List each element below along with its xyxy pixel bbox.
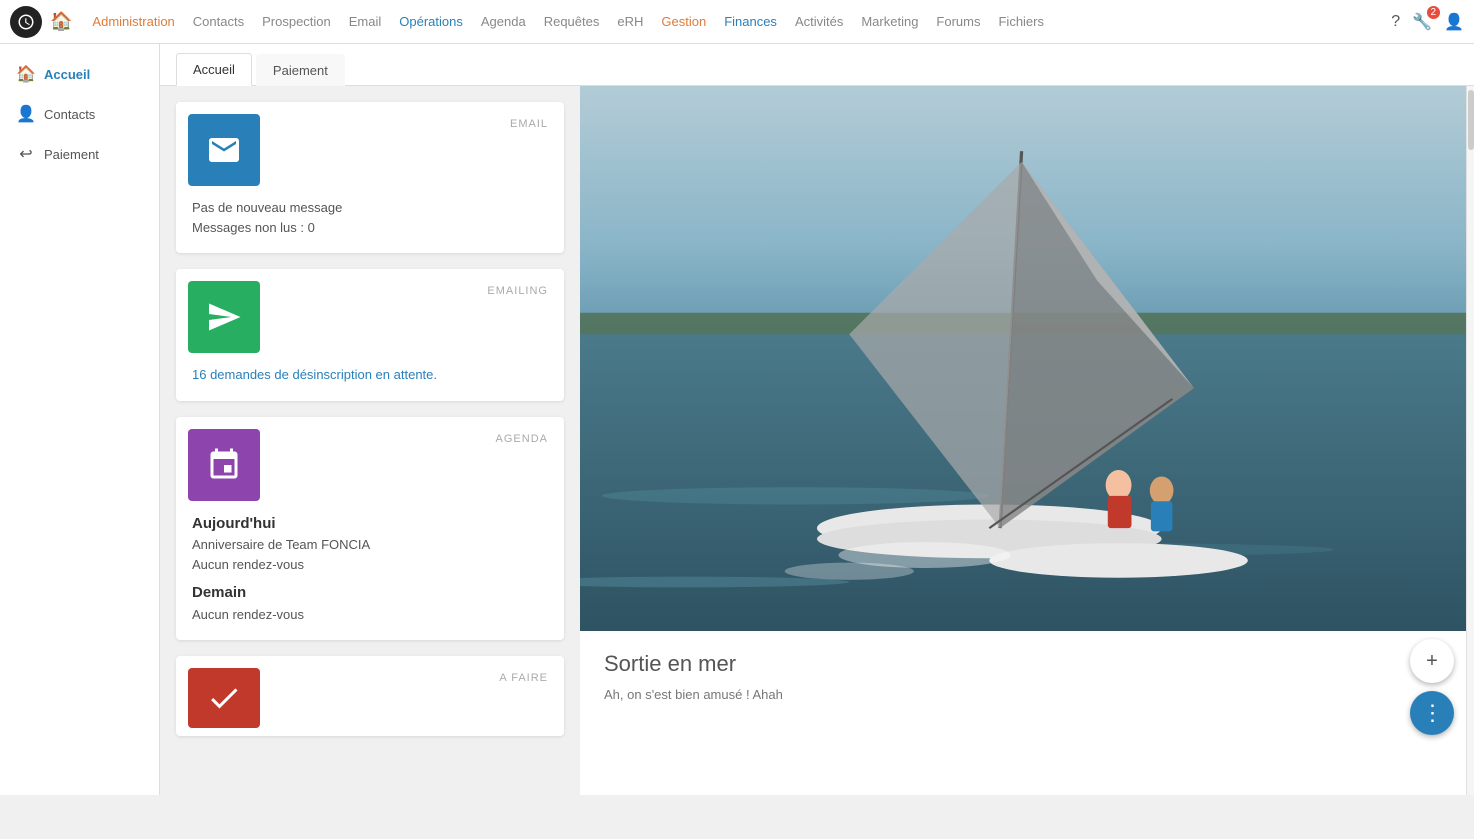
notification-badge: 2 bbox=[1427, 6, 1441, 19]
agenda-anniversary: Anniversaire de Team FONCIA bbox=[192, 535, 548, 555]
topnav-item-requetes[interactable]: Requêtes bbox=[536, 10, 608, 33]
news-panel: Sortie en mer Ah, on s'est bien amusé ! … bbox=[580, 86, 1474, 795]
agenda-no-appointment-today: Aucun rendez-vous bbox=[192, 555, 548, 575]
news-text-area: Sortie en mer Ah, on s'est bien amusé ! … bbox=[580, 631, 1474, 726]
tab-paiement[interactable]: Paiement bbox=[256, 54, 345, 86]
user-icon[interactable]: 👤 bbox=[1444, 12, 1464, 32]
news-scrollbar[interactable] bbox=[1466, 86, 1474, 795]
fab-menu-icon: ⋮ bbox=[1422, 700, 1443, 726]
home-sidebar-icon: 🏠 bbox=[16, 64, 36, 84]
topnav-item-fichiers[interactable]: Fichiers bbox=[990, 10, 1052, 33]
sidebar-item-contacts[interactable]: 👤 Contacts bbox=[0, 94, 159, 134]
widget-agenda-body: Aujourd'hui Anniversaire de Team FONCIA … bbox=[176, 501, 564, 641]
fab-add-button[interactable]: + bbox=[1410, 639, 1454, 683]
email-no-message: Pas de nouveau message bbox=[192, 198, 548, 218]
fab-menu-button[interactable]: ⋮ bbox=[1410, 691, 1454, 735]
todo-widget-icon[interactable] bbox=[188, 668, 260, 728]
topnav-item-gestion[interactable]: Gestion bbox=[653, 10, 714, 33]
widget-agenda: AGENDA Aujourd'hui Anniversaire de Team … bbox=[176, 417, 564, 641]
widget-emailing-header: EMAILING bbox=[176, 269, 564, 353]
sidebar-item-paiement[interactable]: ↩ Paiement bbox=[0, 134, 159, 174]
todo-widget-label: A FAIRE bbox=[272, 668, 548, 684]
emailing-widget-icon[interactable] bbox=[188, 281, 260, 353]
agenda-widget-label: AGENDA bbox=[272, 429, 548, 445]
layout: 🏠 Accueil 👤 Contacts ↩ Paiement Accueil … bbox=[0, 44, 1474, 795]
home-icon[interactable]: 🏠 bbox=[50, 11, 72, 32]
news-excerpt: Ah, on s'est bien amusé ! Ahah bbox=[604, 685, 1450, 706]
agenda-today-label: Aujourd'hui bbox=[192, 513, 548, 536]
widgets-panel: EMAIL Pas de nouveau message Messages no… bbox=[160, 86, 580, 795]
topnav-item-agenda[interactable]: Agenda bbox=[473, 10, 534, 33]
agenda-no-appointment-tomorrow: Aucun rendez-vous bbox=[192, 605, 548, 625]
tab-accueil[interactable]: Accueil bbox=[176, 53, 252, 86]
help-icon[interactable]: ? bbox=[1391, 13, 1400, 31]
paiement-sidebar-icon: ↩ bbox=[16, 144, 36, 164]
sidebar-item-accueil[interactable]: 🏠 Accueil bbox=[0, 54, 159, 94]
topnav: 🏠 Administration Contacts Prospection Em… bbox=[0, 0, 1474, 44]
email-widget-label: EMAIL bbox=[272, 114, 548, 130]
topnav-item-prospection[interactable]: Prospection bbox=[254, 10, 339, 33]
agenda-widget-icon[interactable] bbox=[188, 429, 260, 501]
emailing-unsubscribe[interactable]: 16 demandes de désinscription en attente… bbox=[192, 365, 548, 385]
topnav-item-email[interactable]: Email bbox=[341, 10, 390, 33]
email-widget-icon[interactable] bbox=[188, 114, 260, 186]
email-unread: Messages non lus : 0 bbox=[192, 218, 548, 238]
sidebar-item-contacts-label: Contacts bbox=[44, 107, 95, 122]
contacts-sidebar-icon: 👤 bbox=[16, 104, 36, 124]
content-area: EMAIL Pas de nouveau message Messages no… bbox=[160, 86, 1474, 795]
widget-agenda-header: AGENDA bbox=[176, 417, 564, 501]
widget-emailing: EMAILING 16 demandes de désinscription e… bbox=[176, 269, 564, 401]
topnav-item-administration[interactable]: Administration bbox=[84, 10, 182, 33]
topnav-right: ? 🔧 2 👤 bbox=[1391, 12, 1464, 32]
scroll-thumb bbox=[1468, 90, 1474, 150]
topnav-item-activites[interactable]: Activités bbox=[787, 10, 851, 33]
widget-emailing-body: 16 demandes de désinscription en attente… bbox=[176, 353, 564, 401]
emailing-widget-label: EMAILING bbox=[272, 281, 548, 297]
main-content: Accueil Paiement EMAIL Pas de nouveau me… bbox=[160, 44, 1474, 795]
tabs-bar: Accueil Paiement bbox=[160, 44, 1474, 86]
topnav-item-erh[interactable]: eRH bbox=[609, 10, 651, 33]
sidebar-item-accueil-label: Accueil bbox=[44, 67, 90, 82]
news-title: Sortie en mer bbox=[604, 651, 1450, 677]
topnav-item-finances[interactable]: Finances bbox=[716, 10, 785, 33]
widget-todo: A FAIRE bbox=[176, 656, 564, 736]
topnav-item-operations[interactable]: Opérations bbox=[391, 10, 471, 33]
news-image bbox=[580, 86, 1474, 631]
topnav-item-marketing[interactable]: Marketing bbox=[853, 10, 926, 33]
agenda-tomorrow-label: Demain bbox=[192, 582, 548, 605]
notifications-icon[interactable]: 🔧 2 bbox=[1412, 12, 1432, 32]
widget-todo-header: A FAIRE bbox=[176, 656, 564, 728]
fab-add-icon: + bbox=[1426, 650, 1438, 673]
fab-container: + ⋮ bbox=[1410, 639, 1454, 735]
widget-email-body: Pas de nouveau message Messages non lus … bbox=[176, 186, 564, 253]
widget-email: EMAIL Pas de nouveau message Messages no… bbox=[176, 102, 564, 253]
sidebar-item-paiement-label: Paiement bbox=[44, 147, 99, 162]
sidebar: 🏠 Accueil 👤 Contacts ↩ Paiement bbox=[0, 44, 160, 795]
topnav-item-contacts[interactable]: Contacts bbox=[185, 10, 252, 33]
widget-email-header: EMAIL bbox=[176, 102, 564, 186]
topnav-item-forums[interactable]: Forums bbox=[928, 10, 988, 33]
app-logo[interactable] bbox=[10, 6, 42, 38]
topnav-items: Administration Contacts Prospection Emai… bbox=[84, 10, 1391, 33]
